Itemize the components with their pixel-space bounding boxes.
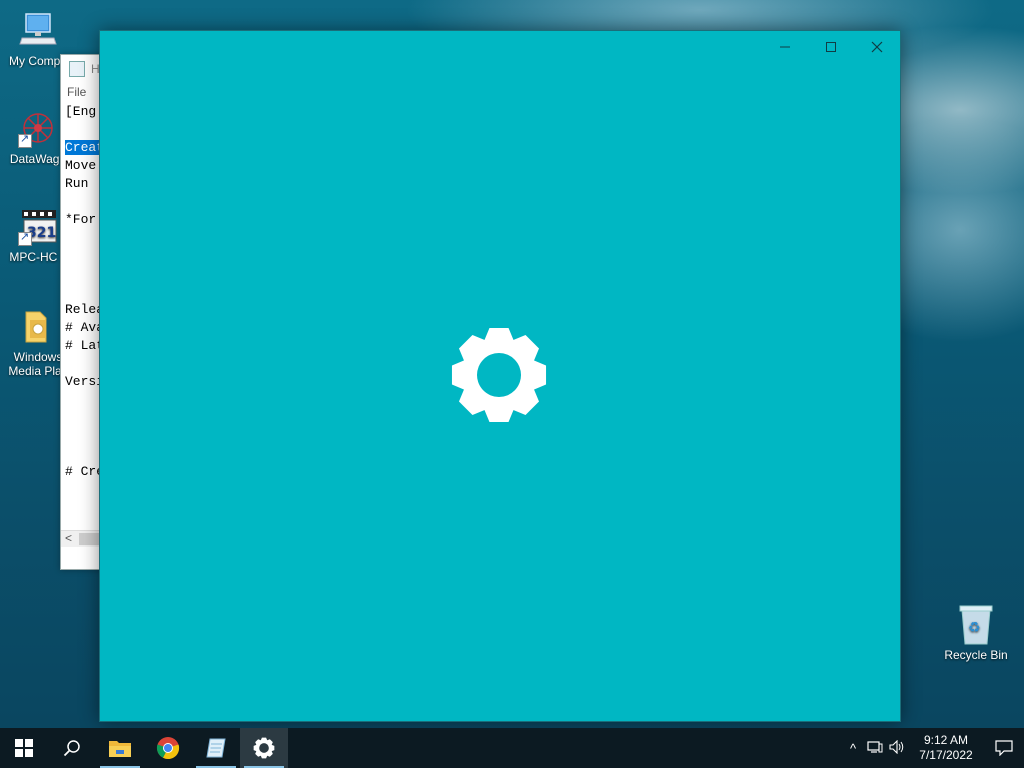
maximize-icon [826, 42, 836, 52]
line-text [65, 194, 73, 209]
line-text: [Eng [65, 104, 97, 119]
line-text [65, 284, 73, 299]
taskbar-settings[interactable] [240, 728, 288, 768]
network-icon[interactable] [864, 740, 886, 757]
desktop-icon-recycle-bin[interactable]: ♻ Recycle Bin [940, 602, 1012, 662]
computer-icon [18, 10, 58, 50]
line-text [65, 266, 73, 281]
windows-media-player-icon [18, 306, 58, 346]
taskbar-notepad[interactable] [192, 728, 240, 768]
minimize-icon [780, 46, 790, 48]
line-text [65, 248, 73, 263]
clock-time: 9:12 AM [923, 733, 969, 747]
start-button[interactable] [0, 728, 48, 768]
recycle-bin-label: Recycle Bin [944, 648, 1008, 662]
line-text [65, 446, 73, 461]
recycle-bin-icon: ♻ [956, 602, 996, 646]
volume-icon[interactable] [886, 739, 908, 757]
taskbar-chrome[interactable] [144, 728, 192, 768]
taskbar: ^ 9:12 AM 7/17/2022 [0, 728, 1024, 768]
notification-icon [995, 740, 1013, 756]
desktop: My Compu DataWago 321 [0, 0, 1024, 728]
folder-icon [109, 741, 131, 757]
gear-hole [477, 353, 521, 397]
line-text [65, 410, 73, 425]
chrome-icon [156, 737, 180, 760]
line-text [65, 230, 73, 245]
system-tray: ^ 9:12 AM 7/17/2022 [842, 728, 1024, 768]
gear-hole [259, 743, 269, 753]
line-text: Move [65, 158, 97, 173]
notepad-icon [206, 738, 226, 758]
close-icon [871, 41, 883, 53]
gear-icon [449, 325, 549, 425]
svg-text:♻: ♻ [968, 620, 981, 636]
chevron-up-icon[interactable]: ^ [842, 741, 864, 756]
windows-start-icon [15, 739, 33, 757]
taskbar-file-explorer[interactable] [96, 728, 144, 768]
maximize-button[interactable] [808, 31, 854, 63]
shortcut-arrow-icon [18, 132, 32, 148]
close-button[interactable] [854, 31, 900, 63]
settings-window[interactable] [99, 30, 901, 722]
window-controls [762, 31, 900, 63]
clock-date: 7/17/2022 [919, 748, 973, 762]
notification-button[interactable] [984, 728, 1024, 768]
notepad-icon [69, 61, 85, 77]
line-text [65, 122, 73, 137]
line-text [65, 356, 73, 371]
line-text: *For [65, 212, 97, 227]
gear-icon [253, 737, 275, 759]
datawagon-icon [18, 108, 58, 148]
line-text [65, 392, 73, 407]
clock[interactable]: 9:12 AM 7/17/2022 [908, 733, 984, 763]
scroll-left-icon[interactable]: < [65, 531, 72, 545]
shortcut-arrow-icon [18, 230, 32, 246]
search-button[interactable] [48, 728, 96, 768]
line-text [65, 428, 73, 443]
minimize-button[interactable] [762, 31, 808, 63]
mpc-hc-icon: 321 [18, 206, 58, 246]
search-icon [63, 740, 80, 757]
